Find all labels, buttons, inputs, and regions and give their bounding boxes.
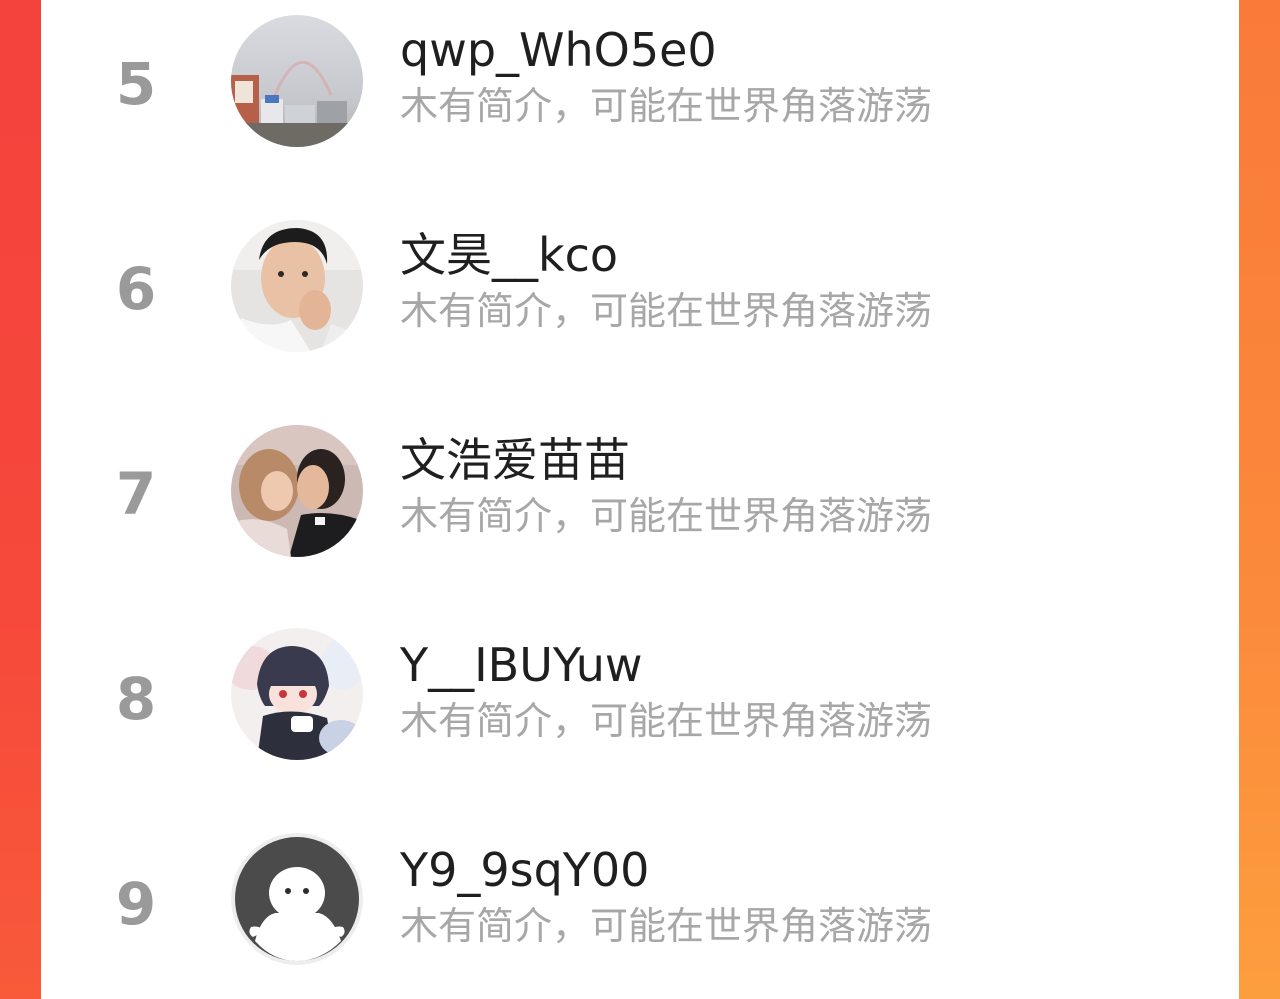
user-bio: 木有简介，可能在世界角落游荡 [400,904,933,948]
rank-number: 6 [115,255,157,323]
list-item[interactable]: 6 文昊__kco 木有简介，可能在世界角落游荡 [41,205,1239,410]
list-item[interactable]: 8 Y__IBUYuw 木有简介，可能在世界角落游荡 [41,615,1239,820]
rank-number: 9 [115,870,157,938]
right-gradient-border [1239,0,1280,999]
user-bio: 木有简介，可能在世界角落游荡 [400,494,933,538]
ranking-list-panel: 5 qwp_WhO5e0 木有简介，可能在世界角落游荡 6 文昊__kco 木有… [41,0,1239,999]
list-item[interactable]: 5 qwp_WhO5e0 木有简介，可能在世界角落游荡 [41,0,1239,205]
user-bio: 木有简介，可能在世界角落游荡 [400,289,933,333]
user-bio: 木有简介，可能在世界角落游荡 [400,699,933,743]
couple-photo-avatar[interactable] [231,425,363,557]
sky-street-photo-avatar[interactable] [231,15,363,147]
list-item[interactable]: 9 Y9_9sqY00 木有简介，可能在世界角落游荡 [41,820,1239,999]
rank-number: 8 [115,665,157,733]
user-name[interactable]: Y9_9sqY00 [400,847,649,893]
user-name[interactable]: qwp_WhO5e0 [400,27,717,73]
man-selfie-photo-avatar[interactable] [231,220,363,352]
user-name[interactable]: Y__IBUYuw [400,642,643,688]
default-user-avatar[interactable] [231,833,363,965]
left-gradient-border [0,0,41,999]
anime-character-avatar[interactable] [231,628,363,760]
user-bio: 木有简介，可能在世界角落游荡 [400,84,933,128]
rank-number: 5 [115,50,157,118]
user-name[interactable]: 文昊__kco [400,232,618,278]
rank-number: 7 [115,460,157,528]
list-item[interactable]: 7 文浩爱苗苗 木有简介，可能在世界角落游荡 [41,410,1239,615]
user-name[interactable]: 文浩爱苗苗 [400,437,630,483]
